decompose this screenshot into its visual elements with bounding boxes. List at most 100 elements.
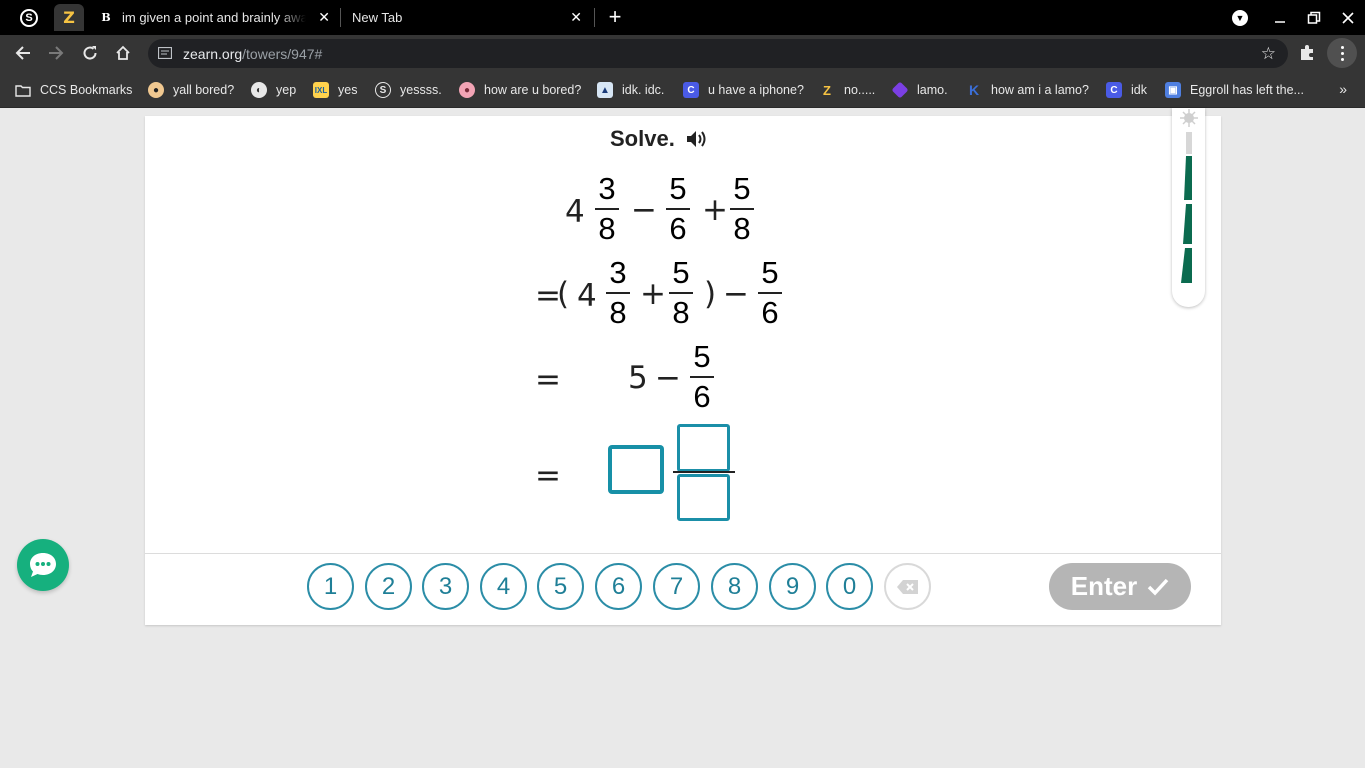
bookmark-item[interactable]: ◐ yep	[251, 81, 296, 99]
key-6[interactable]: 6	[595, 563, 642, 610]
bookmark-label: how am i a lamo?	[991, 83, 1089, 97]
arrow-left-icon	[15, 46, 30, 60]
close-icon[interactable]: ✕	[318, 9, 330, 26]
reload-button[interactable]	[75, 38, 105, 68]
pinned-tab-zearn[interactable]: Z	[54, 4, 84, 31]
numerator: 5	[733, 171, 751, 206]
speaker-icon[interactable]	[685, 129, 709, 149]
url-path: /towers/947#	[242, 46, 323, 62]
bookmark-item[interactable]: IXL yes	[313, 81, 357, 99]
home-button[interactable]	[108, 38, 138, 68]
key-8[interactable]: 8	[711, 563, 758, 610]
backspace-button[interactable]	[884, 563, 931, 610]
bookmark-item[interactable]: K how am i a lamo?	[966, 81, 1089, 99]
s-logo-icon: S	[20, 8, 38, 27]
chat-bubble-icon	[30, 553, 56, 577]
right-paren: )	[704, 276, 717, 312]
bookmark-label: no.....	[844, 83, 876, 97]
bookmark-folder-ccs[interactable]: CCS Bookmarks	[15, 81, 132, 99]
close-icon	[1342, 11, 1354, 24]
browser-menu-button[interactable]	[1327, 38, 1357, 68]
forward-button[interactable]	[41, 38, 71, 68]
restore-button[interactable]	[1297, 0, 1331, 35]
close-window-button[interactable]	[1331, 0, 1365, 35]
url-text: zearn.org/towers/947#	[183, 46, 322, 62]
bot-icon: ▲	[597, 82, 613, 98]
bookmark-item[interactable]: ● how are u bored?	[459, 81, 581, 99]
tab-search-button[interactable]: ▼	[1223, 0, 1257, 35]
bookmark-item[interactable]: Z no.....	[819, 81, 875, 99]
z-icon: Z	[823, 82, 831, 98]
chat-button[interactable]	[17, 539, 69, 591]
k-icon: K	[968, 82, 980, 98]
numerator: 3	[609, 255, 627, 290]
key-0[interactable]: 0	[826, 563, 873, 610]
new-tab-button[interactable]: +	[603, 4, 627, 30]
denominator: 8	[733, 211, 751, 246]
numerator: 5	[761, 255, 779, 290]
whole-number: 4	[577, 278, 597, 314]
fraction: 56	[758, 256, 782, 330]
back-button[interactable]	[8, 38, 38, 68]
pig-icon: ●	[459, 82, 475, 98]
denominator: 8	[672, 295, 690, 330]
chevron-down-icon: ▼	[1232, 9, 1248, 26]
key-2[interactable]: 2	[365, 563, 412, 610]
key-9[interactable]: 9	[769, 563, 816, 610]
key-4[interactable]: 4	[480, 563, 527, 610]
key-3[interactable]: 3	[422, 563, 469, 610]
tab-separator	[594, 8, 595, 27]
classroom-icon: ▣	[1165, 82, 1181, 98]
bookmarks-bar: CCS Bookmarks ● yall bored? ◐ yep IXL ye…	[0, 72, 1365, 108]
answer-whole-input[interactable]	[609, 446, 663, 493]
ixl-icon: IXL	[313, 82, 329, 98]
fraction: 38	[595, 172, 619, 246]
restore-icon	[1307, 11, 1321, 24]
minimize-button[interactable]	[1263, 0, 1297, 35]
enter-button[interactable]: Enter	[1049, 563, 1191, 610]
reload-icon	[83, 46, 97, 60]
tower-icon	[1180, 109, 1198, 283]
numerator: 5	[693, 339, 711, 374]
fraction-bar	[673, 471, 735, 473]
bookmark-item[interactable]: C idk	[1106, 81, 1147, 99]
brainly-icon: B	[101, 11, 111, 24]
answer-denominator-input[interactable]	[677, 474, 730, 521]
tab-strip: S Z B im given a point and brainly away …	[0, 0, 1365, 35]
bookmark-label: how are u bored?	[484, 83, 582, 97]
pinned-tab-s[interactable]: S	[14, 4, 44, 31]
bookmark-label: idk. idc.	[622, 83, 665, 97]
fraction: 58	[730, 172, 754, 246]
left-paren: (	[557, 276, 570, 312]
bookmark-item[interactable]: ▲ idk. idc.	[597, 81, 664, 99]
checkmark-icon	[1147, 578, 1169, 596]
key-1[interactable]: 1	[307, 563, 354, 610]
c-icon: C	[1106, 82, 1122, 98]
backspace-icon	[896, 579, 918, 594]
keypad-divider	[145, 553, 1221, 554]
operator: −	[723, 276, 749, 312]
bookmark-item[interactable]: ● yall bored?	[148, 81, 234, 99]
bookmark-item[interactable]: S yessss.	[375, 81, 442, 99]
tab-brainly[interactable]: B im given a point and brainly away ✕	[98, 4, 338, 31]
key-5[interactable]: 5	[537, 563, 584, 610]
tab-new-tab[interactable]: New Tab ✕	[344, 4, 590, 31]
fraction: 58	[669, 256, 693, 330]
close-icon[interactable]: ✕	[570, 9, 582, 26]
enter-label: Enter	[1070, 571, 1138, 601]
bookmark-item[interactable]: ▣ Eggroll has left the...	[1165, 81, 1304, 99]
address-bar[interactable]: zearn.org/towers/947# ☆	[148, 39, 1288, 68]
diamond-icon	[891, 81, 909, 99]
extensions-button[interactable]	[1292, 38, 1322, 68]
bookmark-item[interactable]: lamo.	[891, 81, 948, 99]
answer-numerator-input[interactable]	[677, 424, 730, 472]
bookmark-star-icon[interactable]: ☆	[1261, 44, 1276, 64]
c-icon: C	[683, 82, 699, 98]
site-info-icon[interactable]	[158, 47, 172, 59]
denominator: 6	[669, 211, 687, 246]
key-7[interactable]: 7	[653, 563, 700, 610]
bookmark-item[interactable]: C u have a iphone?	[683, 81, 804, 99]
more-bookmarks-chevron-icon[interactable]: »	[1339, 81, 1347, 97]
operator: −	[655, 360, 681, 396]
bookmark-label: Eggroll has left the...	[1190, 83, 1304, 97]
